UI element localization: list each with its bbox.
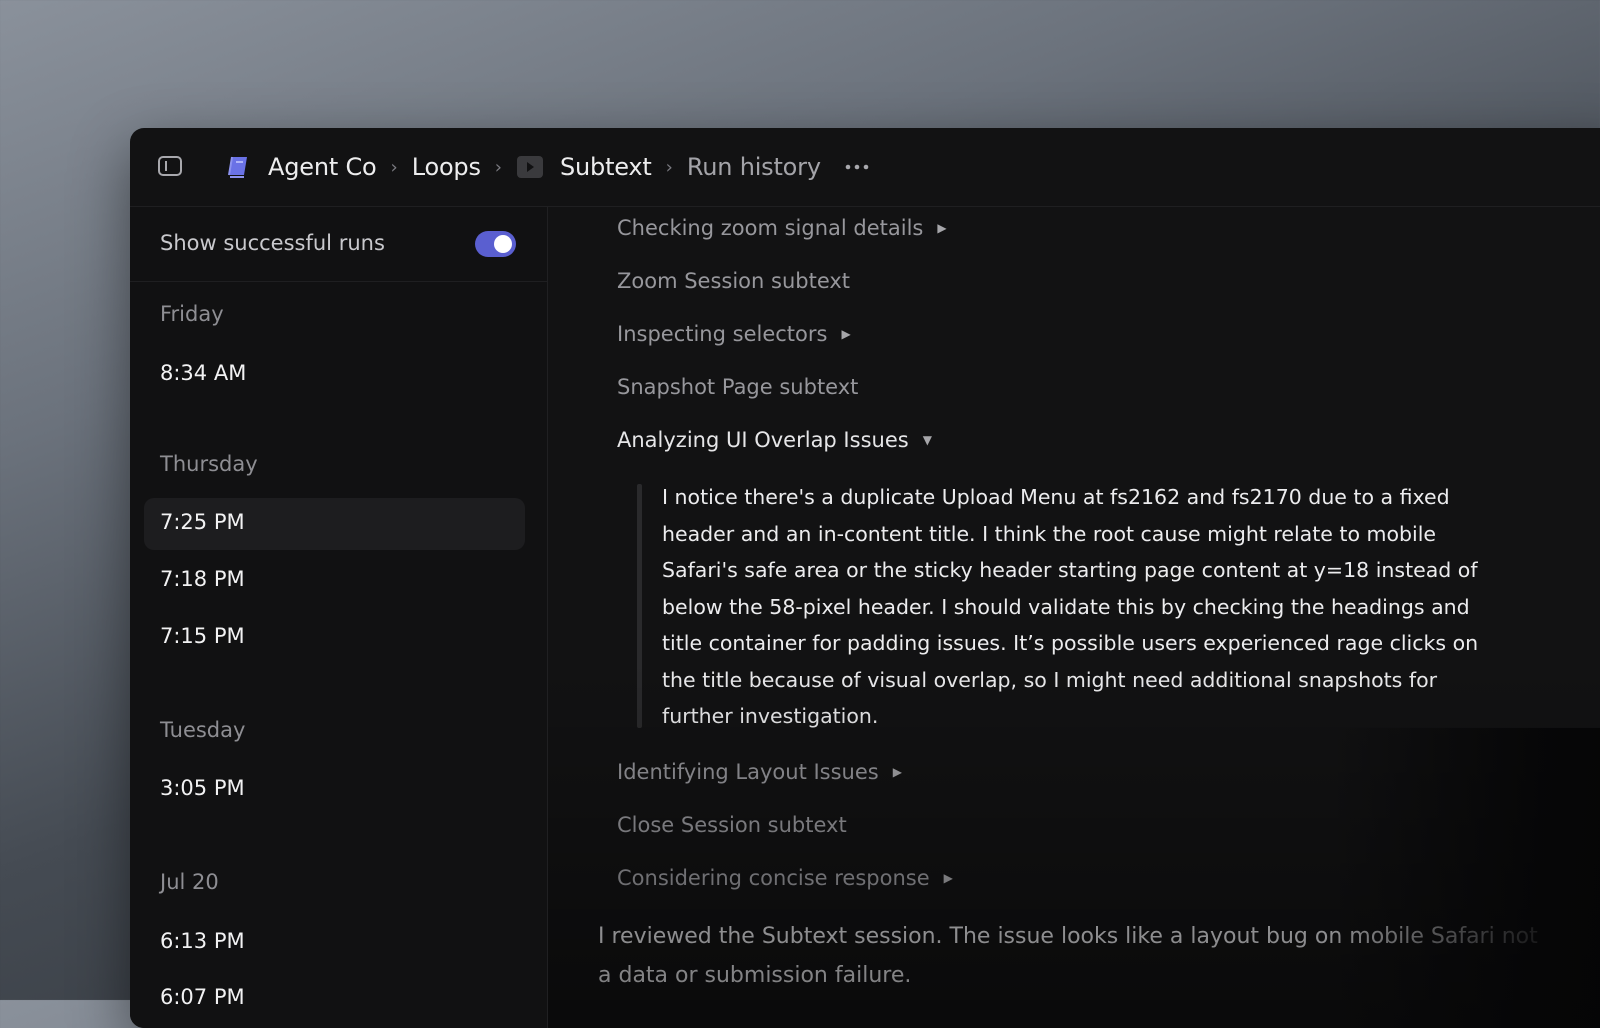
triangle-down-icon: ▼ — [922, 433, 932, 447]
step-item[interactable]: Inspecting selectors ▶ — [617, 322, 851, 346]
ellipsis-icon[interactable] — [845, 163, 869, 171]
run-item[interactable]: 7:15 PM — [144, 612, 525, 664]
step-label: Considering concise response — [617, 866, 930, 890]
step-item[interactable]: Considering concise response ▶ — [617, 866, 953, 890]
chevron-right-icon: › — [494, 156, 502, 178]
step-label: Zoom Session subtext — [617, 269, 851, 293]
expanded-step-text: I notice there's a duplicate Upload Menu… — [662, 485, 1479, 728]
triangle-right-icon: ▶ — [937, 221, 947, 235]
run-item[interactable]: 8:34 AM — [144, 349, 525, 401]
step-label: Snapshot Page subtext — [617, 375, 859, 399]
run-item-selected[interactable]: 7:25 PM — [144, 498, 525, 550]
step-label: Identifying Layout Issues — [617, 760, 879, 784]
breadcrumb: Agent Co › Loops › Subtext › Run history — [226, 128, 869, 206]
sidebar-panel-icon[interactable] — [158, 156, 182, 176]
run-time: 7:18 PM — [160, 567, 245, 591]
play-icon — [516, 156, 543, 178]
breadcrumb-workspace[interactable]: Agent Co — [268, 153, 377, 181]
run-time: 7:25 PM — [160, 510, 245, 534]
triangle-right-icon: ▶ — [943, 871, 953, 885]
book-icon — [228, 156, 247, 178]
run-time: 3:05 PM — [160, 776, 245, 800]
run-history-sidebar: Show successful runs Friday 8:34 AM Thur… — [130, 207, 548, 1028]
step-item[interactable]: Identifying Layout Issues ▶ — [617, 760, 902, 784]
show-successful-runs-toggle[interactable] — [475, 231, 516, 257]
chevron-right-icon: › — [665, 156, 673, 178]
step-label: Close Session subtext — [617, 813, 847, 837]
toggle-knob — [494, 235, 512, 253]
step-item: Snapshot Page subtext — [617, 375, 858, 399]
toggle-label: Show successful runs — [160, 231, 385, 255]
run-transcript: Checking zoom signal details ▶ Zoom Sessi… — [548, 207, 1600, 1028]
breadcrumb-section[interactable]: Loops — [412, 153, 481, 181]
run-item[interactable]: 7:18 PM — [144, 555, 525, 607]
run-item[interactable]: 6:13 PM — [144, 917, 525, 969]
toggle-row: Show successful runs — [130, 207, 547, 282]
group-label-tuesday: Tuesday — [160, 718, 246, 742]
group-label-thursday: Thursday — [160, 452, 258, 476]
step-label: Analyzing UI Overlap Issues — [617, 428, 909, 452]
step-label: Inspecting selectors — [617, 322, 828, 346]
top-bar: Agent Co › Loops › Subtext › Run history — [130, 128, 1600, 207]
step-item: Close Session subtext — [617, 813, 847, 837]
app-window: Agent Co › Loops › Subtext › Run history… — [130, 128, 1600, 1028]
step-item: Zoom Session subtext — [617, 269, 850, 293]
triangle-right-icon: ▶ — [841, 327, 851, 341]
breadcrumb-loop[interactable]: Subtext — [560, 153, 652, 181]
run-item[interactable]: 3:05 PM — [144, 764, 525, 816]
run-item[interactable]: 6:07 PM — [144, 973, 525, 1025]
group-label-jul-20: Jul 20 — [160, 870, 219, 894]
breadcrumb-page: Run history — [686, 153, 821, 181]
step-label: Checking zoom signal details — [617, 216, 924, 240]
run-time: 6:07 PM — [160, 985, 245, 1009]
step-item[interactable]: Checking zoom signal details ▶ — [617, 216, 947, 240]
final-response-text: I reviewed the Subtext session. The issu… — [598, 924, 1538, 988]
run-time: 7:15 PM — [160, 624, 245, 648]
run-time: 6:13 PM — [160, 929, 245, 953]
quote-bar — [637, 484, 642, 728]
step-item-expanded[interactable]: Analyzing UI Overlap Issues ▼ — [617, 428, 932, 452]
group-label-friday: Friday — [160, 302, 224, 326]
triangle-right-icon: ▶ — [892, 765, 902, 779]
chevron-right-icon: › — [390, 156, 398, 178]
run-time: 8:34 AM — [160, 361, 247, 385]
